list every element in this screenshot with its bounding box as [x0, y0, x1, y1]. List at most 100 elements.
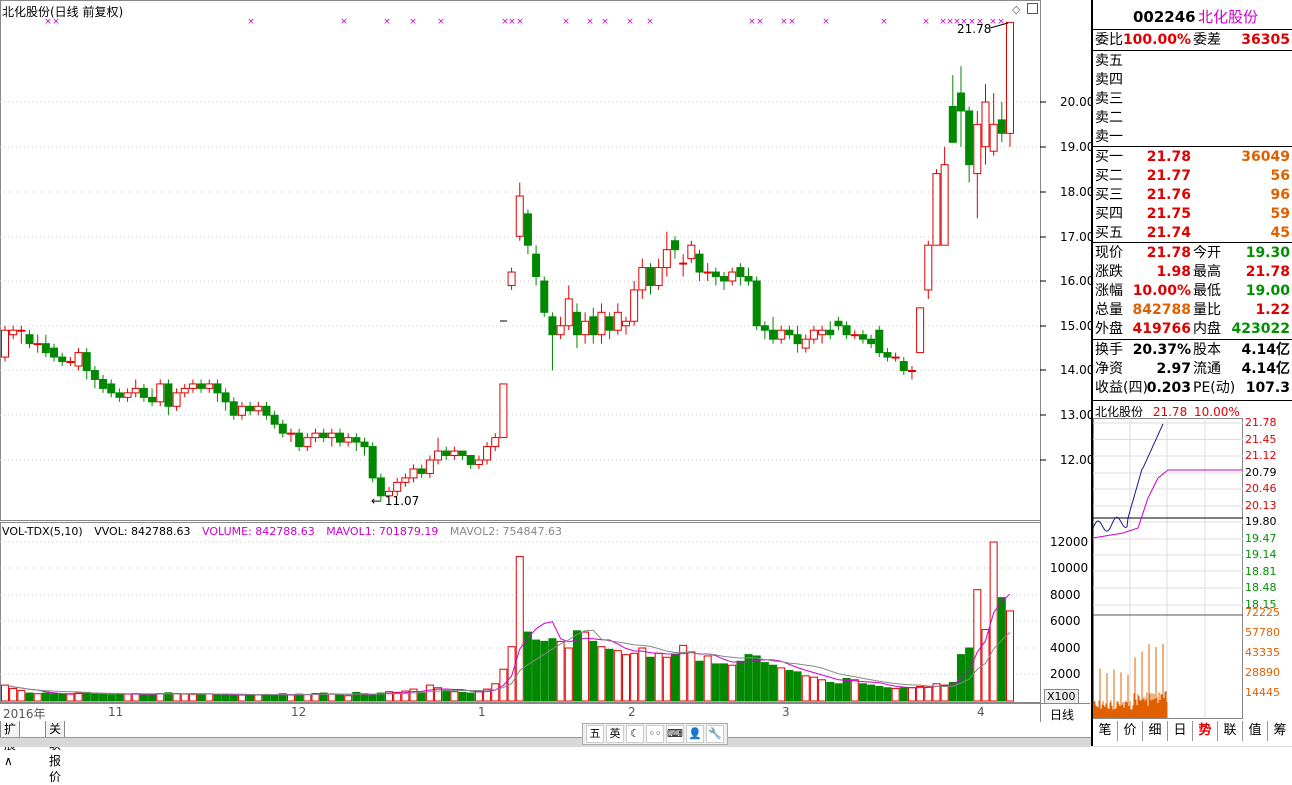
signal-marker: × [340, 17, 348, 27]
quote-row: 总量 842788 量比 1.22 [1093, 301, 1292, 320]
price-frame [1, 1, 1041, 521]
volume-bar-up [704, 656, 711, 701]
date-label: 1 [478, 705, 486, 719]
candle-down [26, 335, 33, 344]
volume-bar-down [712, 664, 719, 701]
sell-row: 卖一 [1093, 128, 1292, 147]
candle-down [247, 406, 254, 410]
candle-down [541, 281, 548, 312]
input-toolbar: 五 英 ☾ ◦◦ ⌨ 👤 🔧 [582, 723, 728, 745]
candle-down [590, 317, 597, 335]
kline-chart[interactable]: × × × × × × × × × × × × × × × × × × × × × × × × × × × × × ×21.78← 11.… [0, 0, 1090, 722]
panel-tab[interactable]: 细 [1143, 721, 1168, 741]
restore-icon[interactable]: ◇ [1012, 3, 1020, 16]
panel-tab[interactable]: 值 [1243, 721, 1268, 741]
candle-up [778, 330, 785, 339]
signal-marker: × [756, 17, 764, 27]
volume-bar-down [541, 641, 548, 701]
candle-down [140, 388, 147, 397]
candle-up [1007, 22, 1014, 133]
candle-down [83, 353, 90, 371]
maximize-icon[interactable] [1027, 3, 1038, 14]
signal-marker: × [922, 17, 930, 27]
panel-tab[interactable]: 筹 [1268, 721, 1292, 741]
mini-vol-label: 57780 [1245, 626, 1280, 639]
period-button[interactable]: 日线 [1050, 706, 1074, 723]
volume-unit: X100 [1044, 689, 1079, 704]
candle-down [459, 451, 466, 455]
volume-bar-up [34, 694, 41, 701]
panel-tab[interactable]: 价 [1118, 721, 1143, 741]
candle-up [10, 330, 17, 334]
date-label: 11 [108, 705, 123, 719]
candle-down [786, 330, 793, 334]
panel-tab[interactable]: 联 [1218, 721, 1243, 741]
candle-down [745, 277, 752, 281]
panel-tab[interactable]: 日 [1168, 721, 1193, 741]
volume-bar-down [459, 692, 466, 701]
mini-price-label: 20.13 [1245, 499, 1277, 512]
volume-bar-up [451, 692, 458, 701]
panel-tab[interactable]: 势 [1193, 721, 1218, 741]
volume-bar-down [770, 665, 777, 701]
volume-bar-down [868, 685, 875, 701]
punctuation-icon[interactable]: ◦◦ [646, 725, 664, 743]
user-icon[interactable]: 👤 [686, 725, 704, 743]
panel-tab[interactable]: 笔 [1093, 721, 1118, 741]
candle-up [181, 388, 188, 392]
volume-bar-down [647, 657, 654, 701]
candle-down [116, 393, 123, 397]
candle-down [957, 93, 964, 111]
candle-up [2, 330, 9, 357]
volume-bar-down [786, 671, 793, 701]
moon-icon[interactable]: ☾ [626, 725, 644, 743]
english-icon[interactable]: 英 [606, 725, 624, 743]
candle-up [312, 433, 319, 437]
volume-bar-up [67, 694, 74, 701]
volume-bar-up [18, 690, 25, 701]
keyboard-icon[interactable]: ⌨ [666, 725, 684, 743]
fin-row: 换手 20.37% 股本 4.14亿 [1093, 341, 1292, 360]
volume-bar-up [410, 689, 417, 701]
mavol2-value: MAVOL2: 754847.63 [450, 525, 562, 538]
volume-bar-down [361, 694, 368, 701]
volume-bar-down [108, 695, 115, 701]
volume-bar-down [263, 694, 270, 701]
volume-bar-up [819, 680, 826, 701]
volume-bar-up [614, 651, 621, 701]
candle-up [933, 174, 940, 246]
buy-row: 买一 21.78 36049 [1093, 148, 1292, 167]
volume-bar-up [132, 694, 139, 701]
candle-up [941, 165, 948, 246]
candle-up [124, 393, 131, 397]
candle-down [900, 362, 907, 371]
stock-code: 002246 [1133, 6, 1196, 28]
volume-bar-up [181, 694, 188, 701]
signal-marker: × [508, 17, 516, 27]
volume-bar-down [876, 686, 883, 701]
stock-name: 北化股份 [1198, 6, 1258, 28]
candle-up [982, 102, 989, 147]
candle-down [721, 277, 728, 281]
volume-bar-down [573, 631, 580, 701]
candle-up [622, 321, 629, 325]
tab-expand[interactable]: 扩展∧ [0, 721, 20, 738]
candle-up [704, 272, 711, 273]
quote-row: 涨幅 10.00% 最低 19.00 [1093, 282, 1292, 301]
candle-up [475, 460, 482, 464]
five-stroke-icon[interactable]: 五 [586, 725, 604, 743]
volume-label: 10000 [1050, 561, 1088, 575]
mini-price-label: 21.45 [1245, 433, 1277, 446]
volume-bar-down [884, 688, 891, 701]
candle-up [255, 406, 262, 410]
volume-bar-down [91, 693, 98, 701]
candle-up [435, 451, 442, 460]
tab-related-quotes[interactable]: 关联报价 [45, 721, 65, 738]
volume-bar-up [892, 688, 899, 701]
volume-bar-down [214, 694, 221, 701]
candle-down [737, 268, 744, 277]
high-marker: 21.78 [957, 22, 991, 36]
wrench-icon[interactable]: 🔧 [706, 725, 724, 743]
candle-down [91, 371, 98, 380]
candle-up [614, 312, 621, 330]
